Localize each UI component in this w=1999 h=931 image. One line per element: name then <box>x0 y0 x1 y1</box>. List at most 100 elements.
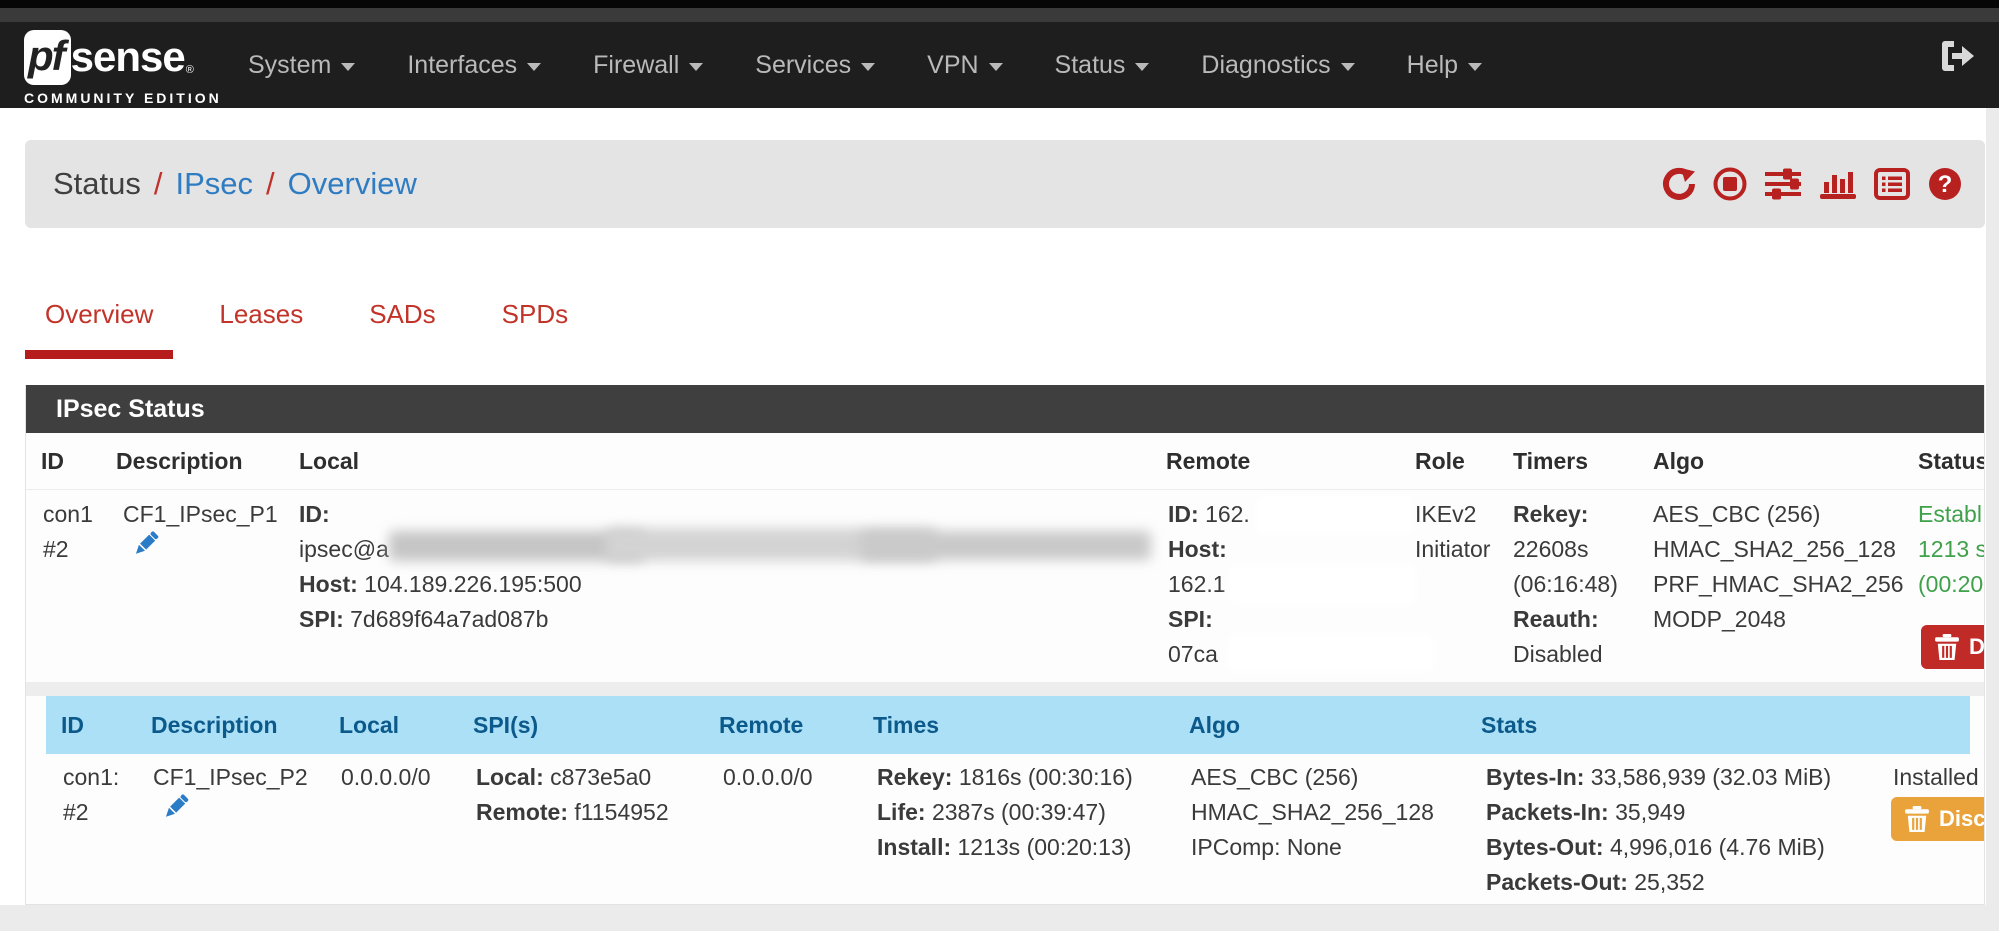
tab-sads[interactable]: SADs <box>349 285 455 359</box>
page-bottom-strip <box>0 905 1999 931</box>
trash-icon <box>1935 634 1959 660</box>
menu-services[interactable]: Services <box>729 51 901 80</box>
p2-algo-cell: AES_CBC (256) HMAC_SHA2_256_128 IPComp: … <box>1191 760 1434 865</box>
divider <box>26 489 1984 490</box>
logo-subtitle: COMMUNITY EDITION <box>24 90 222 106</box>
chevron-down-icon <box>341 63 355 71</box>
menu-help-label: Help <box>1407 51 1458 80</box>
breadcrumb-section: Status <box>53 166 141 202</box>
breadcrumb-actions: ? <box>1662 140 1963 228</box>
ipsec-tabs: Overview Leases SADs SPDs <box>25 285 614 359</box>
tab-leases[interactable]: Leases <box>199 285 323 359</box>
breadcrumb-link-ipsec[interactable]: IPsec <box>176 166 254 202</box>
menu-diagnostics-label: Diagnostics <box>1201 51 1330 80</box>
p1-col-timers: Timers <box>1513 433 1588 490</box>
p1-col-role: Role <box>1415 433 1465 490</box>
stop-icon[interactable] <box>1713 167 1747 201</box>
tab-spds-label: SPDs <box>502 299 568 329</box>
p2-col-stats: Stats <box>1481 696 1537 754</box>
logo-pf-mark: pf <box>24 30 71 85</box>
list-icon[interactable] <box>1874 167 1910 201</box>
p2-col-algo: Algo <box>1189 696 1240 754</box>
p2-times-cell: Rekey: 1816s (00:30:16) Life: 2387s (00:… <box>877 760 1133 865</box>
p2-spis-cell: Local: c873e5a0 Remote: f1154952 <box>476 760 669 830</box>
window-top-edge <box>0 0 1999 8</box>
menu-services-label: Services <box>755 51 851 80</box>
p2-col-local: Local <box>339 696 399 754</box>
table-gap <box>26 682 1984 696</box>
p1-timers-cell: Rekey: 22608s (06:16:48) Reauth: Disable… <box>1513 497 1618 672</box>
menu-firewall[interactable]: Firewall <box>567 51 729 80</box>
disconnect-child-button-label: Disco <box>1939 806 1985 832</box>
menu-system-label: System <box>248 51 331 80</box>
bar-chart-icon[interactable] <box>1819 167 1857 201</box>
edit-pencil-icon[interactable] <box>129 528 161 565</box>
menu-vpn[interactable]: VPN <box>901 51 1028 80</box>
p1-status-cell: Establ 1213 s (00:20 <box>1918 497 1985 602</box>
chevron-down-icon <box>989 63 1003 71</box>
p2-col-remote: Remote <box>719 696 803 754</box>
chevron-down-icon <box>1135 63 1149 71</box>
panel-title: IPsec Status <box>56 395 205 424</box>
tab-leases-label: Leases <box>219 299 303 329</box>
panel-title-bar: IPsec Status <box>26 385 1984 433</box>
chevron-down-icon <box>1468 63 1482 71</box>
menu-interfaces[interactable]: Interfaces <box>381 51 567 80</box>
p2-header-row: ID Description Local SPI(s) Remote Times… <box>46 696 1970 754</box>
edit-pencil-icon[interactable] <box>159 791 191 828</box>
window-top-strip <box>0 8 1999 22</box>
p1-col-local: Local <box>299 433 359 490</box>
p2-col-spis: SPI(s) <box>473 696 538 754</box>
p2-remote-cell: 0.0.0.0/0 <box>723 760 813 795</box>
redaction-box <box>1259 498 1409 531</box>
trash-icon <box>1905 806 1929 832</box>
menu-help[interactable]: Help <box>1381 51 1508 80</box>
redaction-box <box>1231 568 1413 601</box>
disconnect-child-button[interactable]: Disco <box>1891 797 1985 841</box>
refresh-icon[interactable] <box>1662 167 1696 201</box>
p2-stats-cell: Bytes-In: 33,586,939 (32.03 MiB) Packets… <box>1486 760 1831 900</box>
ipsec-status-panel: IPsec Status ID Description Local Remote… <box>25 385 1985 905</box>
p2-id-cell: con1: #2 <box>63 760 119 830</box>
p1-description-cell: CF1_IPsec_P1 <box>123 497 278 532</box>
p1-col-algo: Algo <box>1653 433 1704 490</box>
chevron-down-icon <box>689 63 703 71</box>
menu-interfaces-label: Interfaces <box>407 51 517 80</box>
menu-firewall-label: Firewall <box>593 51 679 80</box>
disconnect-button[interactable]: Dis <box>1921 625 1985 669</box>
tab-sads-label: SADs <box>369 299 435 329</box>
logo-sense-text: sense <box>71 36 185 78</box>
breadcrumb-separator: / <box>266 166 275 202</box>
p1-col-remote: Remote <box>1166 433 1250 490</box>
p1-col-description: Description <box>116 433 243 490</box>
menu-status[interactable]: Status <box>1029 51 1176 80</box>
breadcrumb-separator: / <box>154 166 163 202</box>
redaction-box <box>1231 638 1431 669</box>
chevron-down-icon <box>861 63 875 71</box>
breadcrumb: Status / IPsec / Overview <box>53 140 417 228</box>
disconnect-button-label: Dis <box>1969 634 1985 660</box>
p1-algo-cell: AES_CBC (256) HMAC_SHA2_256_128 PRF_HMAC… <box>1653 497 1904 637</box>
p2-col-description: Description <box>151 696 278 754</box>
chevron-down-icon <box>527 63 541 71</box>
pfsense-logo[interactable]: pf sense ® COMMUNITY EDITION <box>24 30 222 106</box>
menu-diagnostics[interactable]: Diagnostics <box>1175 51 1380 80</box>
p2-status-cell: Installed <box>1893 760 1979 795</box>
menu-system[interactable]: System <box>222 51 381 80</box>
top-navbar: pf sense ® COMMUNITY EDITION System Inte… <box>0 0 1999 108</box>
svg-text:?: ? <box>1938 171 1953 198</box>
tab-spds[interactable]: SPDs <box>482 285 588 359</box>
logout-icon[interactable] <box>1940 40 1974 77</box>
breadcrumb-bar: Status / IPsec / Overview <box>25 140 1985 228</box>
scrollbar-track[interactable] <box>1986 108 1999 931</box>
p1-col-status: Status <box>1918 433 1985 490</box>
chevron-down-icon <box>1341 63 1355 71</box>
tab-overview[interactable]: Overview <box>25 285 173 359</box>
breadcrumb-link-overview[interactable]: Overview <box>288 166 417 202</box>
redaction-blur <box>861 531 1151 560</box>
main-menu: System Interfaces Firewall Services VPN … <box>222 22 1508 108</box>
help-icon[interactable]: ? <box>1927 166 1963 202</box>
sliders-icon[interactable] <box>1764 167 1802 201</box>
p2-col-times: Times <box>873 696 939 754</box>
tab-overview-label: Overview <box>45 299 153 329</box>
